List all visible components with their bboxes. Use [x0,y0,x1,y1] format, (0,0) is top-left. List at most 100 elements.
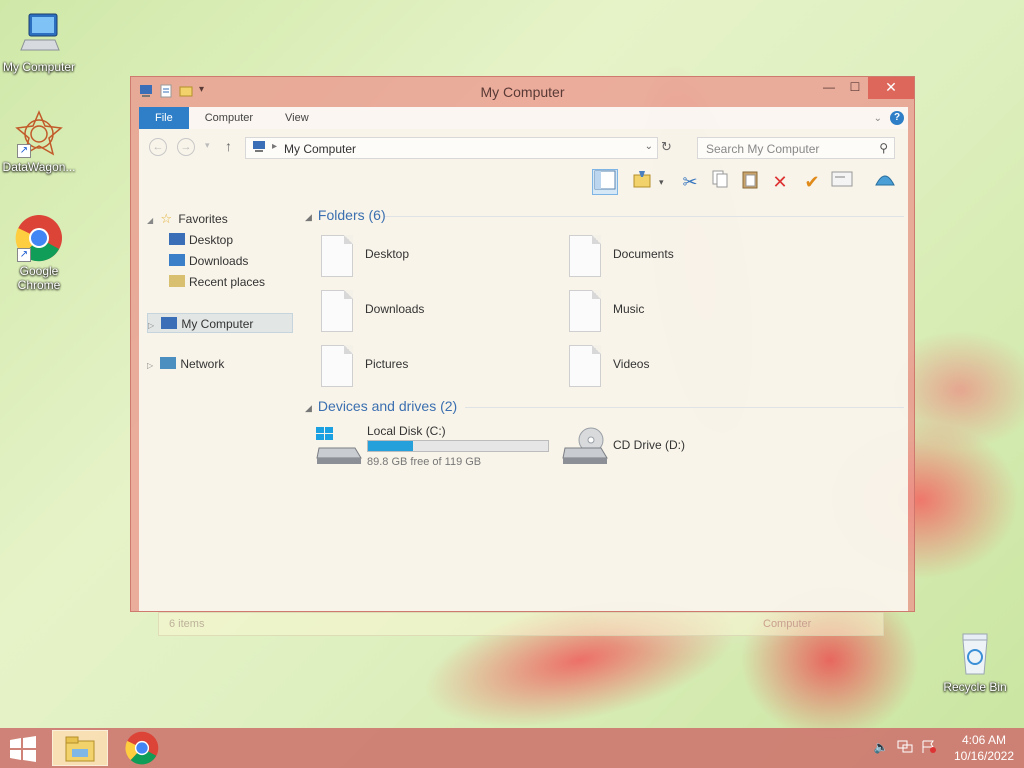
group-header-folders[interactable]: ◢ Folders (6) [305,207,386,227]
rename-check-button[interactable]: ✔ [799,169,825,195]
system-tray: 🔈 4:06 AM 10/16/2022 [872,728,1024,768]
delete-button[interactable]: ✕ [767,169,793,195]
cut-button[interactable]: ✂ [677,169,703,195]
taskbar-google-chrome[interactable] [114,730,170,766]
title-bar[interactable]: ▾ My Computer — ☐ ✕ [131,77,914,107]
folder-icon [569,345,601,387]
folder-item-desktop[interactable]: Desktop [321,235,561,281]
nav-network-label: Network [180,357,225,371]
back-button[interactable]: ← [149,138,167,156]
desktop-icon-label: My Computer [2,60,76,74]
folder-item-documents[interactable]: Documents [569,235,809,281]
search-box[interactable]: Search My Computer ⚲ [697,137,895,159]
expand-arrow-icon[interactable]: ▷ [148,316,158,336]
pin-dropdown-icon[interactable]: ▾ [659,177,664,188]
tab-file[interactable]: File [139,107,189,129]
folder-item-videos[interactable]: Videos [569,345,809,391]
shell-icon[interactable] [872,169,898,195]
expand-arrow-icon[interactable]: ▷ [147,356,157,376]
taskbar-file-explorer[interactable] [52,730,108,766]
drive-usage-bar [367,440,549,452]
pin-quick-access-button[interactable] [629,169,655,195]
desktop-icon-label: Recycle Bin [943,680,1007,694]
minimize-button[interactable]: — [816,77,842,99]
desktop-icon-recycle-bin[interactable]: Recycle Bin [937,630,1013,694]
ribbon-right: ⌄ ? [874,111,908,125]
address-separator-icon: ▸ [272,141,278,152]
tab-computer[interactable]: Computer [189,107,269,129]
folder-icon [569,290,601,332]
file-explorer-icon [65,736,95,762]
datawagon-icon: ↗ [15,110,63,158]
group-header-devices[interactable]: ◢ Devices and drives (2) [305,398,457,418]
action-center-flag-icon[interactable] [920,740,938,756]
paste-button[interactable] [737,169,763,195]
expand-ribbon-icon[interactable]: ⌄ [874,113,882,124]
search-placeholder: Search My Computer [706,142,820,156]
refresh-button[interactable]: ↻ [661,139,672,155]
collapse-group-icon: ◢ [305,403,312,413]
drive-item-local-disk[interactable]: Local Disk (C:) 89.8 GB free of 119 GB [315,424,555,470]
status-bar: 6 items Computer [158,612,884,636]
chrome-icon: ↗ [15,214,63,262]
recent-locations-icon[interactable]: ▾ [205,140,210,151]
address-dropdown-icon[interactable]: ⌄ [645,141,653,152]
properties-button[interactable] [829,169,855,195]
tab-view[interactable]: View [269,107,325,129]
taskbar-clock[interactable]: 4:06 AM 10/16/2022 [944,732,1024,764]
preview-pane-button[interactable] [592,169,618,195]
desktop-icon-google-chrome[interactable]: ↗ Google Chrome [1,214,77,292]
cd-drive-icon [562,427,608,464]
nav-item-desktop[interactable]: Desktop [169,230,233,250]
nav-item-downloads[interactable]: Downloads [169,251,248,271]
drive-free-space: 89.8 GB free of 119 GB [367,456,482,468]
address-row: ← → ▾ ↑ ▸ My Computer ⌄ ↻ Search My Comp… [139,129,908,161]
desktop-icon-my-computer[interactable]: My Computer [1,10,77,74]
folder-label: Pictures [365,357,409,371]
volume-muted-icon[interactable]: 🔈 [872,740,890,756]
ribbon-tabs: File Computer View ⌄ ? [139,107,908,129]
clock-time: 4:06 AM [961,733,1007,747]
nav-item-recent-places[interactable]: Recent places [169,272,265,292]
hard-drive-icon [316,427,362,464]
status-location: Computer [763,618,812,630]
network-tray-icon[interactable] [896,740,914,756]
collapse-arrow-icon[interactable]: ◢ [147,211,157,231]
folder-item-downloads[interactable]: Downloads [321,290,561,336]
group-title-folders: Folders (6) [317,207,386,223]
nav-my-computer[interactable]: ▷ My Computer [147,313,293,333]
desktop-icon [169,233,185,245]
group-title-devices: Devices and drives (2) [317,398,458,414]
folder-icon [569,235,601,277]
address-bar[interactable]: ▸ My Computer ⌄ [245,137,658,159]
nav-network[interactable]: ▷ Network [147,354,224,374]
folder-item-music[interactable]: Music [569,290,809,336]
main-pane: ◢ Folders (6) Desktop Documents Downloads… [299,205,908,611]
drive-name: CD Drive (D:) [613,438,685,452]
maximize-button[interactable]: ☐ [842,77,868,99]
computer-icon [15,10,63,58]
up-button[interactable]: ↑ [225,138,232,154]
search-icon[interactable]: ⚲ [879,141,888,155]
nav-favorites-label: Favorites [178,212,228,226]
nav-item-label: Desktop [189,233,234,247]
folder-label: Videos [613,357,650,371]
forward-button[interactable]: → [177,138,195,156]
help-icon[interactable]: ? [890,111,904,125]
close-button[interactable]: ✕ [868,77,914,99]
nav-favorites[interactable]: ◢ ☆ Favorites [147,209,228,229]
shortcut-arrow-icon: ↗ [17,248,31,262]
nav-item-label: Downloads [189,254,249,268]
start-button[interactable] [8,736,38,762]
drive-item-cd-drive[interactable]: CD Drive (D:) [561,424,741,470]
taskbar: 🔈 4:06 AM 10/16/2022 [0,728,1024,768]
folder-item-pictures[interactable]: Pictures [321,345,561,391]
shortcut-arrow-icon: ↗ [17,144,31,158]
folder-label: Music [613,302,645,316]
copy-button[interactable] [707,169,733,195]
recent-places-icon [169,275,185,287]
drive-usage-fill [368,441,413,451]
desktop-icon-datawagon[interactable]: ↗ DataWagon... [1,110,77,174]
group-divider [465,407,904,408]
folder-label: Desktop [365,247,410,261]
